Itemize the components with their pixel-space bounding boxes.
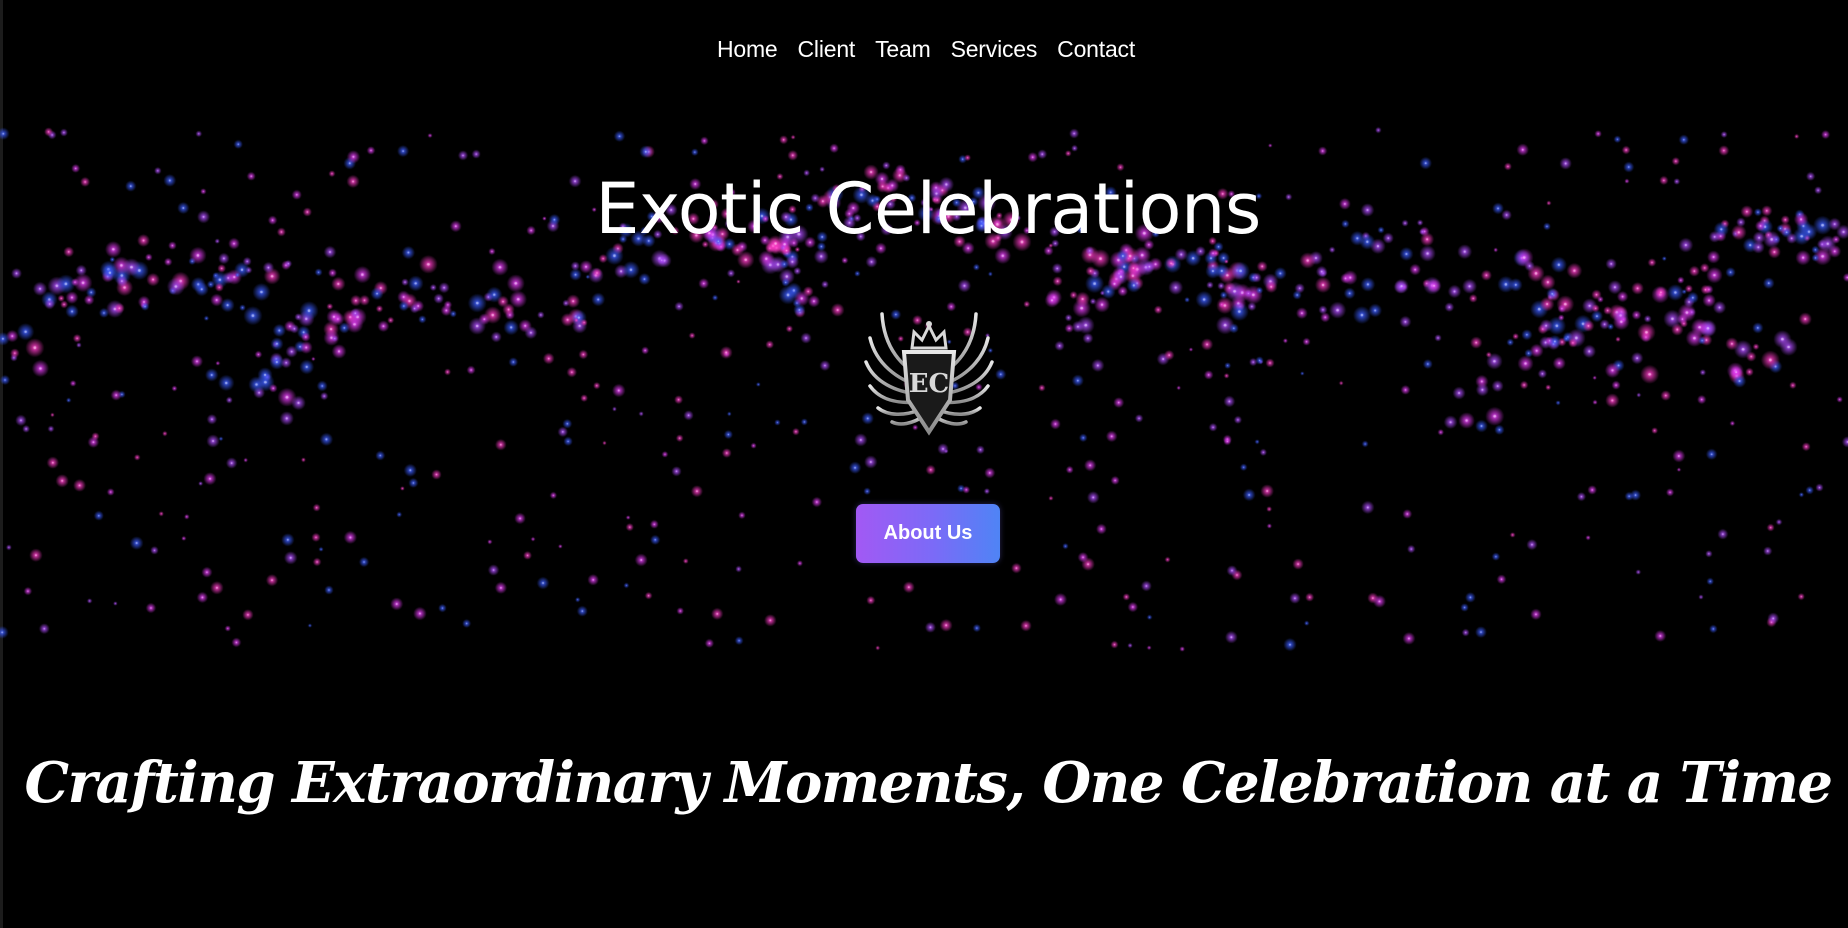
- main-nav: Home Client Team Services Contact: [0, 36, 1848, 63]
- nav-client-link[interactable]: Client: [798, 36, 856, 63]
- hero-title: Exotic Celebrations: [595, 168, 1261, 250]
- nav-contact-link[interactable]: Contact: [1057, 36, 1135, 63]
- tagline: Crafting Extraordinary Moments, One Cele…: [24, 750, 1833, 816]
- winged-crown-crest-icon: EC: [864, 312, 994, 436]
- nav-services-link[interactable]: Services: [951, 36, 1038, 63]
- nav-team-link[interactable]: Team: [875, 36, 931, 63]
- nav-home-link[interactable]: Home: [717, 36, 778, 63]
- crest-monogram: EC: [909, 369, 950, 399]
- about-us-button[interactable]: About Us: [856, 504, 1000, 563]
